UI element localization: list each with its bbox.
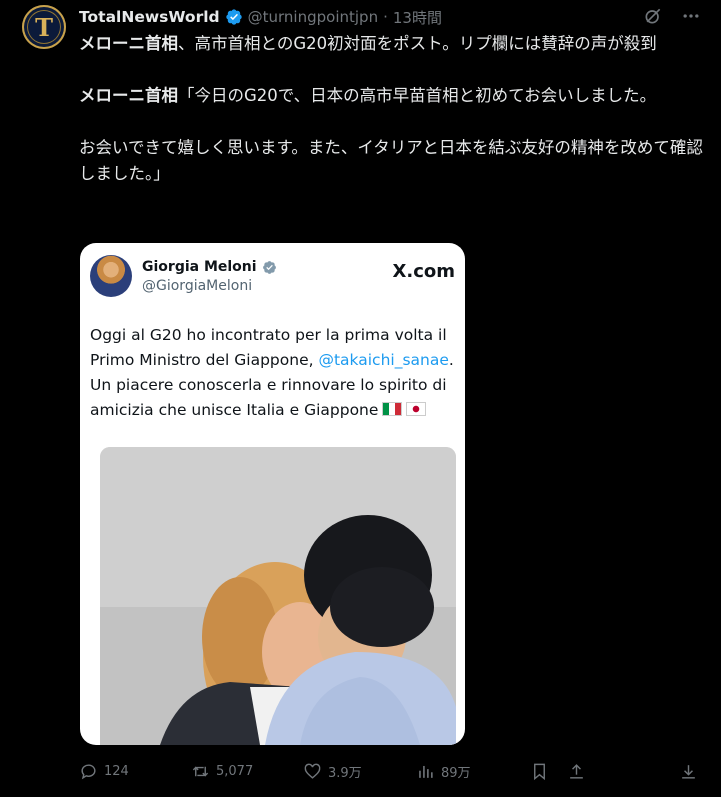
quoted-mention: @takaichi_sanae — [318, 351, 449, 369]
repost-count: 5,077 — [216, 764, 254, 779]
avatar-letter: T — [35, 12, 53, 42]
quoted-text: Oggi al G20 ho incontrato per la prima v… — [90, 323, 460, 423]
quoted-author-handle: @GiorgiaMeloni — [142, 278, 253, 294]
tweet-paragraph: お会いできて嬉しく思います。また、イタリアと日本を結ぶ友好の精神を改めて確認しま… — [79, 135, 704, 187]
reply-button[interactable]: 124 — [79, 762, 129, 781]
download-button[interactable] — [679, 762, 698, 781]
reply-count: 124 — [104, 764, 129, 779]
tweet-bold-lead: メローニ首相 — [79, 34, 178, 53]
tweet-text: メローニ首相、高市首相とのG20初対面をポスト。リプ欄には賛辞の声が殺到 メロー… — [79, 31, 704, 187]
action-bar: 124 5,077 3.9万 89万 — [79, 762, 699, 784]
tweet-paragraph-text: 「今日のG20で、日本の高市早苗首相と初めてお会いしました。 — [178, 86, 657, 105]
tweet-bold-lead: メローニ首相 — [79, 86, 178, 105]
quoted-author-name-row: Giorgia Meloni — [142, 259, 277, 275]
top-actions — [643, 6, 701, 26]
quoted-author-avatar — [90, 255, 132, 297]
tweet-paragraph: メローニ首相、高市首相とのG20初対面をポスト。リプ欄には賛辞の声が殺到 — [79, 31, 704, 57]
xcom-logo: X.com — [392, 261, 455, 282]
like-button[interactable]: 3.9万 — [303, 762, 362, 781]
download-icon — [682, 765, 695, 779]
quoted-screenshot-card[interactable]: Giorgia Meloni @GiorgiaMeloni X.com Oggi… — [80, 243, 465, 745]
tweet-paragraph: メローニ首相「今日のG20で、日本の高市早苗首相と初めてお会いしました。 — [79, 83, 704, 109]
grok-icon[interactable] — [643, 6, 663, 26]
like-count: 3.9万 — [328, 766, 362, 781]
like-icon — [304, 763, 321, 779]
tweet-paragraph-text: 、高市首相とのG20初対面をポスト。リプ欄には賛辞の声が殺到 — [178, 34, 657, 53]
post-time[interactable]: 13時間 — [393, 7, 442, 28]
bookmark-button[interactable] — [530, 762, 549, 781]
meeting-photo-illustration — [100, 447, 456, 745]
separator-dot: · — [383, 8, 388, 26]
share-icon — [570, 764, 583, 779]
meeting-photo — [100, 447, 456, 745]
quoted-verified-badge-icon — [262, 260, 276, 274]
author-avatar[interactable]: T — [22, 5, 66, 49]
quoted-author-name: Giorgia Meloni — [142, 259, 257, 275]
more-icon[interactable] — [681, 6, 701, 26]
tweet-header: TotalNewsWorld @turningpointjpn · 13時間 — [79, 5, 442, 29]
author-handle[interactable]: @turningpointjpn — [248, 8, 378, 26]
italy-flag-icon — [382, 402, 403, 416]
bookmark-icon — [534, 763, 545, 781]
views-count: 89万 — [441, 766, 471, 781]
views-icon — [419, 765, 433, 778]
repost-button[interactable]: 5,077 — [191, 762, 253, 781]
japan-flag-icon — [406, 402, 427, 416]
views-button[interactable]: 89万 — [416, 762, 471, 781]
repost-icon — [192, 766, 209, 777]
reply-icon — [81, 764, 96, 780]
author-display-name[interactable]: TotalNewsWorld — [79, 8, 220, 26]
verified-badge-icon — [225, 9, 242, 25]
share-button[interactable] — [567, 762, 586, 781]
tweet-paragraph-text: お会いできて嬉しく思います。また、イタリアと日本を結ぶ友好の精神を改めて確認しま… — [79, 138, 703, 183]
